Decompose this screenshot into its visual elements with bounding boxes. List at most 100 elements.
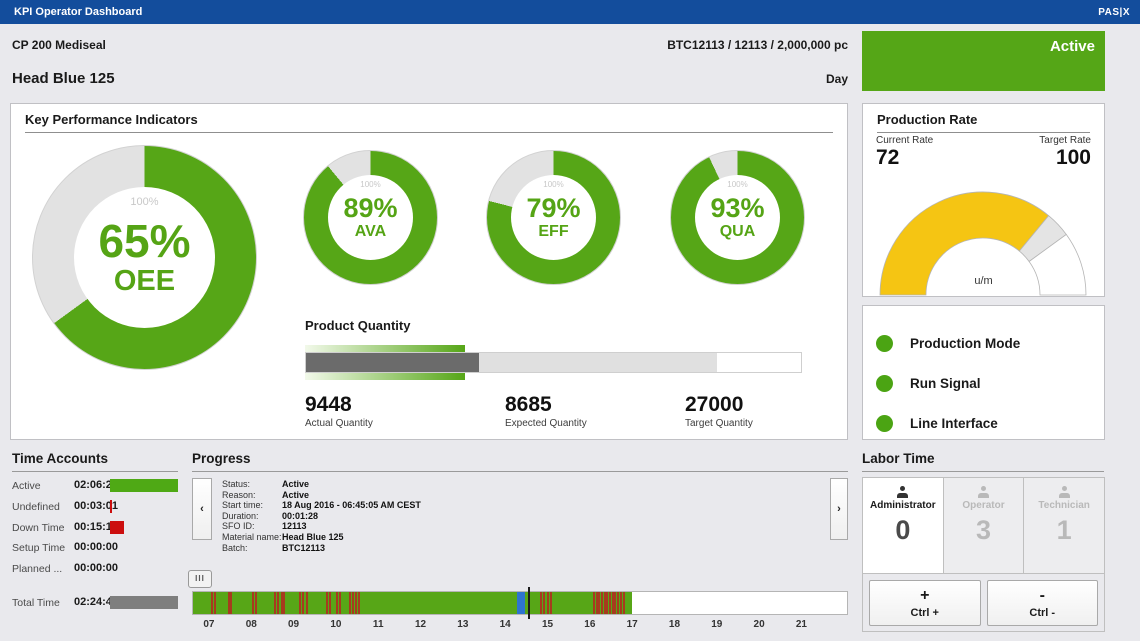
labor-time-group: Administrator 0 Operator 3 Technician 1 … — [862, 477, 1105, 632]
signal-item: Line Interface — [876, 403, 1091, 443]
labor-role-tab[interactable]: Administrator 0 — [863, 478, 944, 573]
timeline-tick-label: 08 — [246, 619, 257, 630]
timeline-stop-stripe — [358, 592, 360, 614]
labor-time-title: Labor Time — [862, 451, 1104, 472]
donut-value: 79% — [526, 194, 580, 222]
role-label: Operator — [962, 500, 1004, 511]
current-rate-label: Current Rate — [876, 135, 933, 146]
expected-quantity: 8685 Expected Quantity — [505, 394, 587, 429]
actual-quantity: 9448 Actual Quantity — [305, 394, 373, 429]
progress-field-label: SFO ID: — [222, 521, 282, 532]
timeline-tick-label: 12 — [415, 619, 426, 630]
timeline-tick-label: 10 — [330, 619, 341, 630]
time-account-label: Down Time — [12, 522, 65, 534]
time-account-value: 00:00:00 — [74, 541, 118, 553]
timeline-tick-label: 18 — [669, 619, 680, 630]
machine-status-button[interactable]: Active — [862, 31, 1105, 91]
progress-field-label: Status: — [222, 479, 282, 490]
minus-shortcut: Ctrl - — [1029, 607, 1055, 619]
timeline-tick-label: 15 — [542, 619, 553, 630]
timeline-tick-label: 13 — [457, 619, 468, 630]
timeline-tick-label: 11 — [373, 619, 384, 630]
timeline-bar[interactable] — [192, 591, 848, 615]
progress-field-value: 12113 — [282, 521, 307, 532]
timeline-stop-stripe — [326, 592, 328, 614]
kpi-donut: 100% 89% AVA — [303, 150, 438, 285]
timeline-stop-stripe — [604, 592, 606, 614]
target-quantity: 27000 Target Quantity — [685, 394, 753, 429]
time-accounts-title: Time Accounts — [12, 451, 178, 472]
timeline-stop-stripe — [306, 592, 308, 614]
signal-item: Production Mode — [876, 323, 1091, 363]
progress-details: Status: Active Reason: Active Start time… — [222, 479, 421, 553]
progress-field: Duration: 00:01:28 — [222, 511, 421, 522]
time-account-row: Undefined 00:03:01 — [12, 500, 182, 514]
minus-icon: - — [1040, 588, 1045, 604]
donut-value: 93% — [710, 194, 764, 222]
time-account-row: Setup Time 00:00:00 — [12, 541, 182, 555]
timeline-tick-label: 09 — [288, 619, 299, 630]
progress-prev-button[interactable]: ‹ — [192, 478, 212, 540]
donut-center: 100% 65% OEE — [74, 187, 216, 329]
progress-field-value: Active — [282, 479, 309, 490]
progress-field: SFO ID: 12113 — [222, 521, 421, 532]
donut-label: OEE — [114, 265, 175, 298]
progress-field-label: Material name: — [222, 532, 282, 543]
time-account-row: Active 02:06:22 — [12, 479, 182, 493]
time-account-bar — [110, 479, 178, 492]
product-quantity-title: Product Quantity — [305, 318, 410, 333]
kpi-donut: 100% 79% EFF — [486, 150, 621, 285]
progress-field-label: Start time: — [222, 500, 282, 511]
signal-item: Run Signal — [876, 363, 1091, 403]
timeline-stop-stripe — [623, 592, 625, 614]
signal-label: Run Signal — [910, 376, 981, 391]
progress-next-button[interactable]: › — [830, 478, 848, 540]
person-icon — [1058, 486, 1071, 498]
timeline-stop-stripe — [252, 592, 254, 614]
period-label: Day — [826, 72, 848, 86]
progress-field-label: Batch: — [222, 543, 282, 554]
product-quantity-bullet-chart — [305, 345, 802, 380]
person-icon — [977, 486, 990, 498]
production-rate-title: Production Rate — [877, 112, 1090, 133]
time-account-bar — [110, 596, 178, 609]
signal-label: Line Interface — [910, 416, 998, 431]
time-account-row: Planned ... 00:00:00 — [12, 562, 182, 576]
labor-role-tabs: Administrator 0 Operator 3 Technician 1 — [863, 478, 1104, 574]
donut-label: AVA — [355, 223, 386, 241]
plus-icon: + — [920, 588, 929, 604]
role-count: 1 — [1057, 515, 1072, 546]
timeline-stop-stripe — [614, 592, 616, 614]
time-account-row: Down Time 00:15:18 — [12, 521, 182, 535]
donut-reference-label: 100% — [511, 180, 596, 189]
timeline-tick-label: 16 — [584, 619, 595, 630]
timeline-stop-stripe — [349, 592, 351, 614]
quantity-bar-track — [305, 352, 802, 373]
donut-reference-label: 100% — [695, 180, 780, 189]
signal-list: Production Mode Run Signal Line Interfac… — [876, 323, 1091, 443]
timeline-stop-stripe — [543, 592, 545, 614]
plus-shortcut: Ctrl + — [911, 607, 939, 619]
timeline-slider-handle[interactable]: III — [188, 570, 212, 588]
status-dot-icon — [876, 415, 893, 432]
kpi-donut: 100% 65% OEE — [32, 145, 257, 370]
labor-role-tab[interactable]: Technician 1 — [1024, 478, 1104, 573]
role-count: 0 — [895, 515, 910, 546]
labor-role-tab[interactable]: Operator 3 — [944, 478, 1025, 573]
time-account-label: Planned ... — [12, 563, 62, 575]
timeline-stop-stripe — [617, 592, 619, 614]
increment-button[interactable]: + Ctrl + — [869, 580, 981, 626]
current-rate-value: 72 — [876, 146, 899, 170]
expected-quantity-marker-top — [305, 345, 465, 352]
kpi-donut: 100% 93% QUA — [670, 150, 805, 285]
donut-value: 89% — [343, 194, 397, 222]
timeline-stop-stripe — [598, 592, 600, 614]
status-dot-icon — [876, 375, 893, 392]
timeline-stop-stripe — [230, 592, 232, 614]
expected-quantity-marker-bottom — [305, 373, 465, 380]
donut-value: 65% — [98, 217, 190, 265]
progress-field: Batch: BTC12113 — [222, 543, 421, 554]
decrement-button[interactable]: - Ctrl - — [987, 580, 1099, 626]
batch-info: BTC12113 / 12113 / 2,000,000 pc — [667, 38, 848, 52]
time-account-value: 00:00:00 — [74, 562, 118, 574]
